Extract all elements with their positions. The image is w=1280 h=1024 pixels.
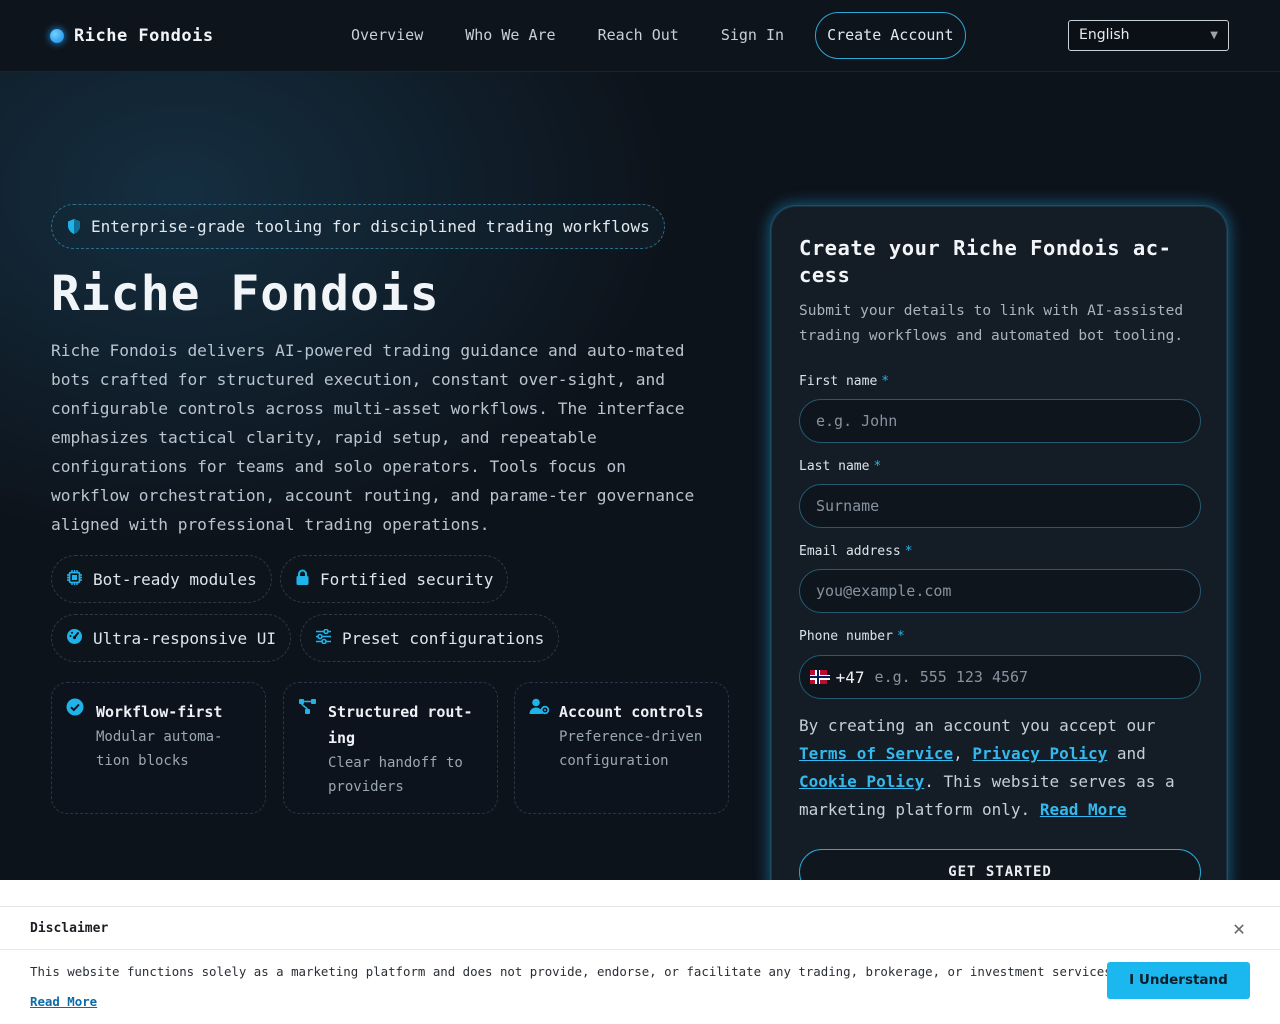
last-name-input[interactable] (814, 496, 1186, 516)
disclaimer-title: Disclaimer (30, 921, 109, 936)
consent-text: By creating an account you accept our Te… (799, 716, 1175, 819)
feature-pill-bot-ready: Bot-ready modules (51, 555, 272, 603)
user-gear-icon (529, 698, 550, 719)
first-name-field[interactable] (799, 399, 1201, 443)
phone-input[interactable] (872, 667, 1186, 687)
last-name-label: Last name * (799, 459, 882, 474)
card-title: Structured rout-ing (328, 703, 473, 747)
card-subtitle: Clear handoff to providers (328, 755, 463, 795)
card-title: Workflow-first (96, 703, 223, 721)
feature-pill-label: Ultra-responsive UI (93, 628, 277, 648)
card-subtitle: Modular automa-tion blocks (96, 729, 223, 769)
page-content-strip (0, 880, 1280, 906)
create-account-button[interactable]: Create Account (815, 12, 966, 59)
feature-card-routing: Structured rout-ing Clear handoff to pro… (283, 682, 498, 814)
chip-icon (66, 569, 83, 590)
signup-form-panel: Create your Riche Fondois ac-cess Submit… (770, 205, 1228, 905)
sliders-icon (315, 628, 332, 648)
brand-dot-icon (50, 29, 64, 43)
nav-link-reach-out[interactable]: Reach Out (584, 12, 693, 59)
feature-pill-security: Fortified security (280, 555, 509, 603)
hero-description: Riche Fondois delivers AI-powered tradin… (51, 341, 695, 534)
form-subtitle: Submit your details to link with AI-assi… (799, 303, 1184, 344)
feature-pill-label: Bot-ready modules (93, 569, 257, 589)
feature-pill-label: Preset configurations (342, 628, 545, 648)
gauge-icon (66, 628, 83, 649)
last-name-field[interactable] (799, 484, 1201, 528)
brand-name: Riche Fondois (74, 26, 214, 46)
phone-label: Phone number * (799, 629, 905, 644)
disclaimer-banner: Disclaimer ✕ This website functions sole… (0, 906, 1280, 1024)
disclaimer-header: Disclaimer ✕ (0, 907, 1280, 950)
feature-card-workflow: Workflow-first Modular automa-tion block… (51, 682, 266, 814)
form-title: Create your Riche Fondois ac-cess (799, 236, 1172, 287)
top-navigation-bar: Riche Fondois Overview Who We Are Reach … (0, 0, 1280, 72)
consent-read-more-link[interactable]: Read More (1040, 800, 1127, 819)
phone-field[interactable]: +47 (799, 655, 1201, 699)
terms-of-service-link[interactable]: Terms of Service (799, 744, 953, 763)
tagline-badge: Enterprise-grade tooling for disciplined… (51, 204, 665, 249)
first-name-input[interactable] (814, 411, 1186, 431)
disclaimer-read-more-link[interactable]: Read More (30, 994, 97, 1009)
nav-link-who-we-are[interactable]: Who We Are (451, 12, 569, 59)
language-value: English (1079, 27, 1130, 43)
first-name-label: First name * (799, 374, 890, 389)
email-input[interactable] (814, 581, 1186, 601)
norway-flag-icon[interactable] (810, 670, 830, 684)
chevron-down-icon: ▼ (1210, 30, 1218, 41)
cookie-policy-link[interactable]: Cookie Policy (799, 772, 924, 791)
hero-title: Riche Fondois (51, 266, 440, 322)
check-circle-icon (66, 698, 84, 720)
feature-pill-presets: Preset configurations (300, 614, 560, 662)
shield-icon (66, 218, 82, 235)
card-subtitle: Preference-driven configuration (559, 729, 703, 769)
privacy-policy-link[interactable]: Privacy Policy (972, 744, 1107, 763)
lock-icon (295, 569, 310, 590)
dial-code[interactable]: +47 (836, 668, 865, 687)
language-select[interactable]: English ▼ (1068, 20, 1229, 51)
brand-logo[interactable]: Riche Fondois (50, 26, 214, 46)
card-title: Account controls (559, 703, 704, 721)
close-icon[interactable]: ✕ (1233, 918, 1245, 938)
feature-pill-label: Fortified security (320, 569, 494, 589)
disclaimer-text: This website functions solely as a marke… (30, 964, 1120, 979)
email-field[interactable] (799, 569, 1201, 613)
i-understand-button[interactable]: I Understand (1107, 962, 1250, 999)
feature-pill-responsive: Ultra-responsive UI (51, 614, 292, 662)
nav-link-sign-in[interactable]: Sign In (707, 12, 798, 59)
main-nav: Overview Who We Are Reach Out Sign In Cr… (330, 12, 966, 59)
email-label: Email address * (799, 544, 913, 559)
tagline-text: Enterprise-grade tooling for disciplined… (91, 217, 650, 236)
feature-card-account: Account controls Preference-driven confi… (514, 682, 729, 814)
nav-link-overview[interactable]: Overview (337, 12, 437, 59)
route-icon (298, 698, 317, 719)
